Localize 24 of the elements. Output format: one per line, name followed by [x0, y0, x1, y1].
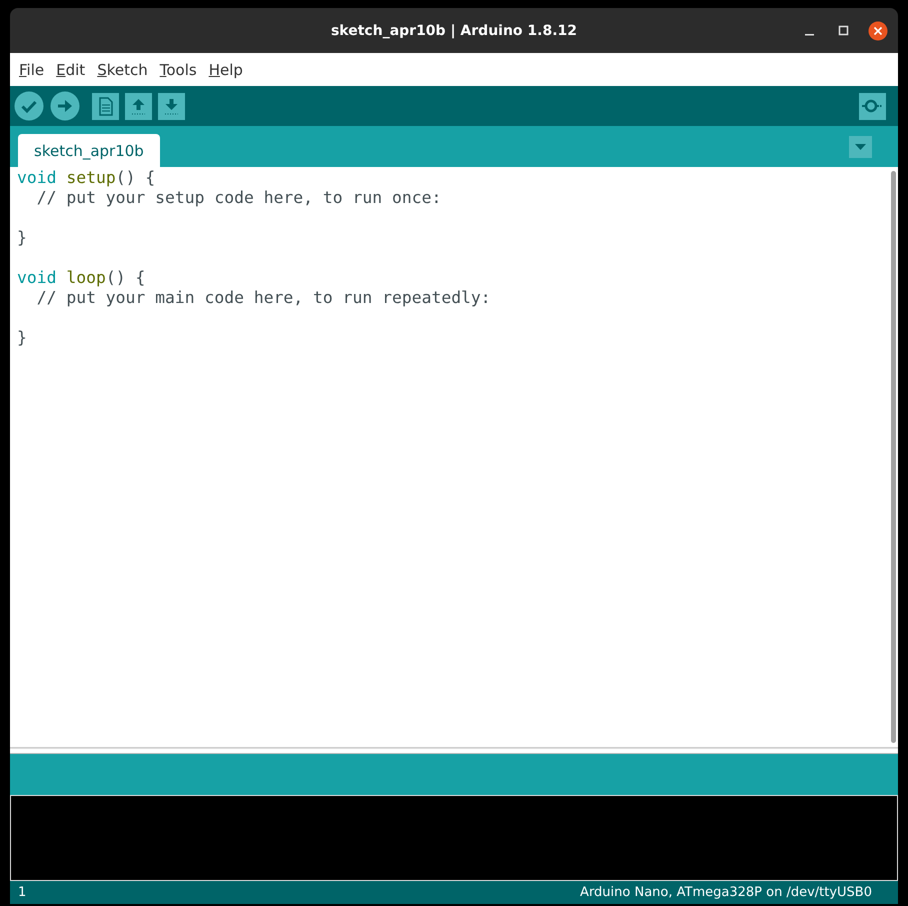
verify-button[interactable] [14, 91, 44, 121]
code-line: void loop() { [17, 268, 146, 288]
board-info: Arduino Nano, ATmega328P on /dev/ttyUSB0 [580, 885, 872, 900]
window-title: sketch_apr10b | Arduino 1.8.12 [330, 22, 578, 38]
menu-item[interactable]: Help [208, 60, 248, 78]
menu-item[interactable]: Tools [158, 60, 202, 78]
code-line: // put your setup code here, to run once: [36, 188, 442, 208]
scrollbar-thumb[interactable] [891, 171, 896, 743]
dropdown-icon[interactable] [849, 136, 872, 158]
new-button[interactable] [92, 92, 119, 120]
file-tab[interactable]: sketch_apr10b [18, 134, 160, 167]
menu-item[interactable]: Edit [55, 60, 90, 78]
code-line: void setup() { [17, 168, 156, 188]
open-button[interactable] [125, 92, 152, 120]
serial-monitor-button[interactable] [859, 92, 886, 120]
close-icon[interactable] [868, 20, 888, 40]
save-button[interactable] [158, 92, 185, 120]
menu-item[interactable]: File [18, 60, 50, 78]
code-line: } [17, 328, 27, 348]
line-number: 1 [18, 885, 26, 900]
code-line: // put your main code here, to run repeatedly: [36, 288, 491, 308]
menu-item[interactable]: Sketch [96, 60, 153, 78]
upload-button[interactable] [50, 91, 80, 121]
code-line: } [17, 228, 27, 248]
